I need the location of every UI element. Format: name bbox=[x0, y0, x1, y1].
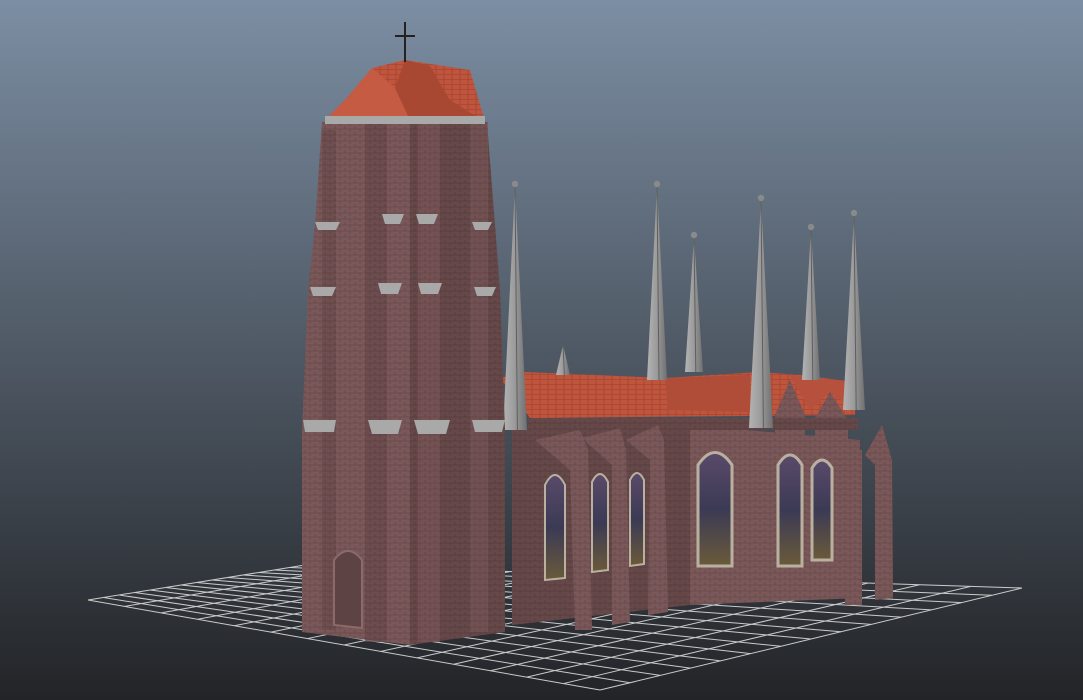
church-nave[interactable] bbox=[500, 372, 893, 630]
stained-window bbox=[810, 458, 834, 562]
viewport-canvas[interactable] bbox=[0, 0, 1083, 700]
bell-tower[interactable] bbox=[302, 22, 505, 645]
stained-window bbox=[544, 474, 566, 582]
spire-finial bbox=[850, 209, 858, 217]
3d-viewport[interactable] bbox=[0, 0, 1083, 700]
spire-finial bbox=[757, 194, 765, 202]
stained-window bbox=[629, 472, 645, 568]
stained-window bbox=[591, 473, 609, 574]
spire-finial bbox=[690, 231, 698, 239]
spire-finial bbox=[807, 223, 815, 231]
spire-finial bbox=[653, 180, 661, 188]
stained-window bbox=[696, 451, 734, 568]
stained-window bbox=[776, 453, 804, 568]
tower-door bbox=[333, 550, 363, 630]
spire-finial bbox=[511, 180, 519, 188]
